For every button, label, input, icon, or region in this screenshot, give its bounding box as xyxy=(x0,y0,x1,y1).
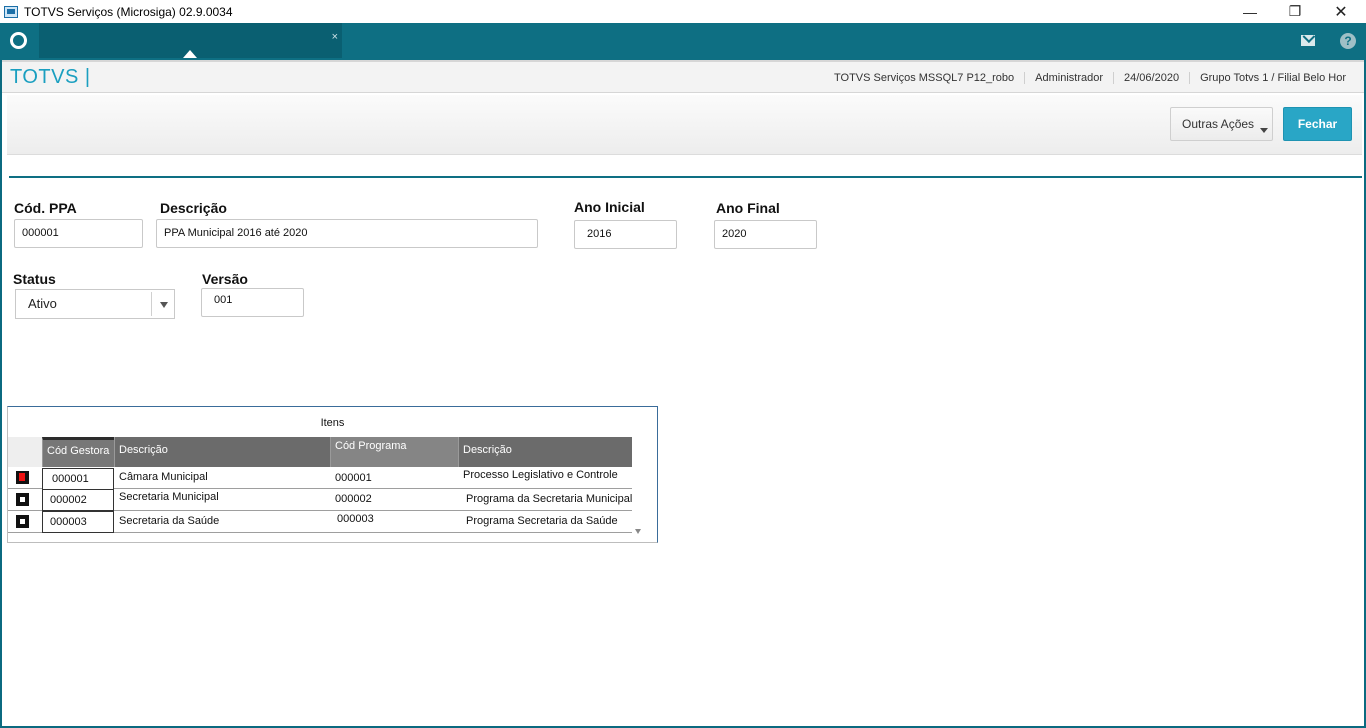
minimize-icon[interactable]: — xyxy=(1227,0,1273,23)
maximize-icon[interactable]: ❐ xyxy=(1272,0,1318,23)
tab-bar: × ? xyxy=(0,23,1366,60)
status-checkbox-icon[interactable] xyxy=(16,493,29,506)
cell-programa[interactable]: Processo Legislativo e Controle xyxy=(458,465,632,487)
totvs-logo-icon[interactable] xyxy=(10,32,27,49)
app-icon xyxy=(4,5,18,18)
cell-descricao[interactable]: Secretaria Municipal xyxy=(114,487,330,509)
ano-inicial-label: Ano Inicial xyxy=(574,199,645,215)
date-info: 24/06/2020 xyxy=(1113,72,1189,84)
status-select[interactable]: Ativo xyxy=(15,289,175,319)
chevron-down-icon xyxy=(160,302,168,308)
table-row[interactable]: 000001 Câmara Municipal 000001 Processo … xyxy=(8,465,632,490)
cell-cod-programa[interactable]: 000002 xyxy=(330,489,458,511)
action-bar: Outras Ações Fechar xyxy=(7,95,1362,155)
table-row[interactable]: 000002 Secretaria Municipal 000002 Progr… xyxy=(8,489,632,511)
grid-header-cod-gestora[interactable]: Cód Gestora xyxy=(42,437,114,467)
select-divider xyxy=(151,292,152,316)
mail-icon[interactable] xyxy=(1301,35,1315,46)
ano-inicial-field[interactable]: 2016 xyxy=(574,220,677,249)
grid-title: Itens xyxy=(320,417,345,429)
status-label: Status xyxy=(13,271,56,287)
scroll-down-icon[interactable] xyxy=(635,529,641,534)
descricao-field[interactable]: PPA Municipal 2016 até 2020 xyxy=(156,219,538,248)
grid-header: Cód Gestora Descrição Cód Programa Descr… xyxy=(8,437,632,467)
cod-ppa-label: Cód. PPA xyxy=(14,200,77,216)
itens-grid: Itens Cód Gestora Descrição Cód Programa… xyxy=(7,406,658,543)
cell-programa[interactable]: Programa da Secretaria Municipal xyxy=(461,489,632,511)
chevron-down-icon xyxy=(1260,128,1268,133)
cell-cod-gestora[interactable]: 000003 xyxy=(42,511,114,533)
outras-acoes-label: Outras Ações xyxy=(1182,117,1255,131)
versao-field[interactable]: 001 xyxy=(201,288,304,317)
versao-label: Versão xyxy=(202,271,248,287)
grid-header-cod-programa[interactable]: Cód Programa xyxy=(330,437,458,467)
cell-cod-programa[interactable]: 000001 xyxy=(330,468,458,490)
grid-header-descricao[interactable]: Descrição xyxy=(114,437,330,467)
table-row[interactable]: 000003 Secretaria da Saúde 000003 Progra… xyxy=(8,511,632,533)
cell-programa[interactable]: Programa Secretaria da Saúde xyxy=(461,511,632,533)
brand-logo: TOTVS | xyxy=(10,66,91,88)
cell-cod-programa[interactable]: 000003 xyxy=(332,509,458,531)
tab-caret-icon xyxy=(183,50,197,58)
status-checkbox-icon[interactable] xyxy=(16,515,29,528)
window-title: TOTVS Serviços (Microsiga) 02.9.0034 xyxy=(24,4,233,19)
user-info: Administrador xyxy=(1024,72,1113,84)
ano-final-field[interactable]: 2020 xyxy=(714,220,817,249)
section-divider xyxy=(9,176,1362,178)
session-info: TOTVS Serviços MSSQL7 P12_robo Administr… xyxy=(824,72,1356,84)
environment-info: TOTVS Serviços MSSQL7 P12_robo xyxy=(834,72,1015,84)
help-icon[interactable]: ? xyxy=(1340,33,1356,49)
branch-info: Grupo Totvs 1 / Filial Belo Hor xyxy=(1189,72,1356,84)
fechar-button[interactable]: Fechar xyxy=(1283,107,1352,141)
outras-acoes-button[interactable]: Outras Ações xyxy=(1170,107,1273,141)
info-bar: TOTVS | TOTVS Serviços MSSQL7 P12_robo A… xyxy=(2,60,1364,93)
grid-header-programa[interactable]: Descrição xyxy=(458,437,632,467)
cod-ppa-field[interactable]: 000001 xyxy=(14,219,143,248)
cell-descricao[interactable]: Secretaria da Saúde xyxy=(114,511,330,533)
cell-descricao[interactable]: Câmara Municipal xyxy=(114,467,330,489)
tab-close-icon[interactable]: × xyxy=(332,31,338,43)
status-value: Ativo xyxy=(28,296,57,311)
window-title-bar: TOTVS Serviços (Microsiga) 02.9.0034 — ❐… xyxy=(0,0,1366,23)
grid-header-check xyxy=(8,437,42,467)
status-checkbox-icon[interactable] xyxy=(16,471,29,484)
cell-cod-gestora[interactable]: 000001 xyxy=(42,468,114,490)
ano-final-label: Ano Final xyxy=(716,200,780,216)
tab-active[interactable]: × xyxy=(39,23,342,58)
close-window-icon[interactable]: ✕ xyxy=(1318,0,1364,23)
descricao-label: Descrição xyxy=(160,200,227,216)
cell-cod-gestora[interactable]: 000002 xyxy=(42,489,114,511)
